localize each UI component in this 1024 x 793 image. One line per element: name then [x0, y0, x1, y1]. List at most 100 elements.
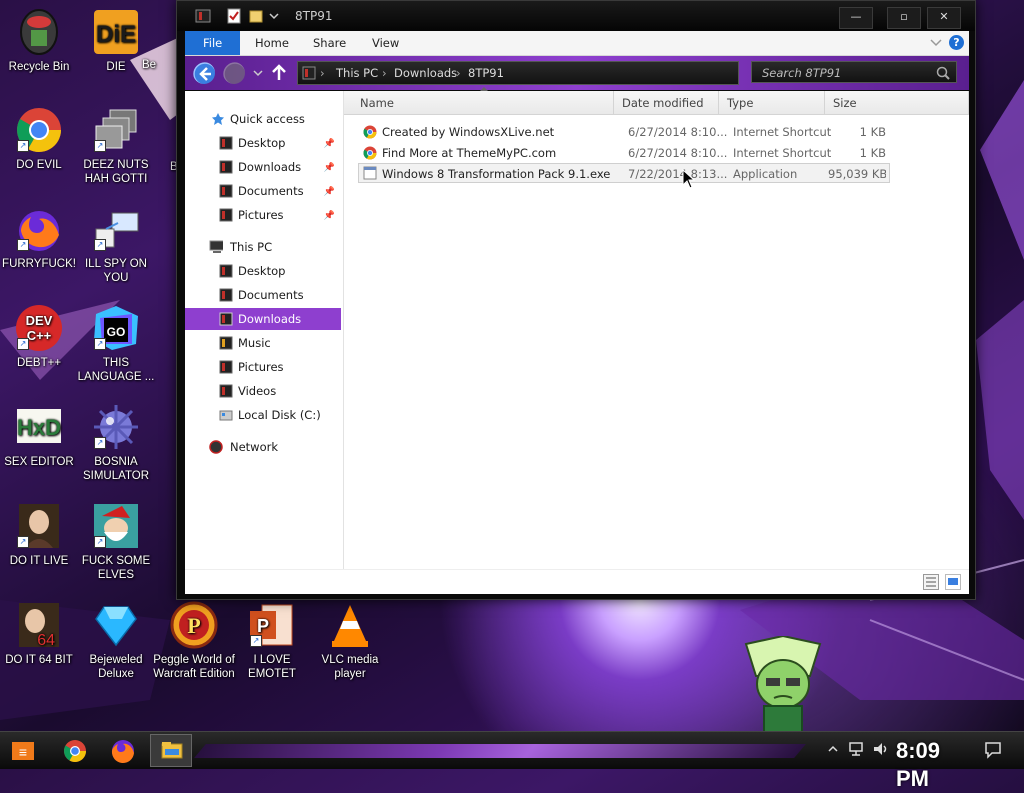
close-button[interactable]: ✕	[927, 7, 961, 29]
search-input[interactable]: Search 8TP91	[751, 61, 957, 83]
nav-pc-documents[interactable]: Documents	[185, 284, 341, 306]
desktop-icon-label: Peggle World of Warcraft Edition	[153, 654, 235, 680]
start-button[interactable]: ≡	[6, 736, 40, 766]
desktop-icon-bejeweled[interactable]: Bejeweled Deluxe	[73, 601, 159, 681]
action-center-icon[interactable]	[984, 741, 1002, 759]
tab-share[interactable]: Share	[299, 31, 360, 55]
desktop-icon-do-it-64-bit[interactable]: 64 DO IT 64 BIT	[0, 601, 82, 667]
nav-pc-desktop[interactable]: Desktop	[185, 260, 341, 282]
desktop-icon-vlc[interactable]: VLC media player	[307, 601, 393, 681]
minimize-button[interactable]: —	[839, 7, 873, 29]
help-icon[interactable]: ?	[949, 35, 964, 50]
file-row-selected[interactable]: Windows 8 Transformation Pack 9.1.exe 7/…	[358, 163, 890, 183]
maximize-button[interactable]: ▫	[887, 7, 921, 29]
portrait-icon: ↗	[15, 502, 63, 550]
nav-pc-downloads[interactable]: Downloads	[185, 308, 341, 330]
desktop-icon-this-language[interactable]: GO ↗ THIS LANGUAGE ...	[73, 304, 159, 384]
details-view-icon[interactable]	[923, 574, 939, 590]
nav-quick-downloads[interactable]: Downloads 📌	[185, 156, 341, 178]
properties-icon[interactable]	[227, 8, 241, 24]
desktop-icon-peggle[interactable]: P Peggle World of Warcraft Edition	[151, 601, 237, 681]
tab-file[interactable]: File	[185, 31, 241, 55]
desktop-icon-do-it-live[interactable]: ↗ DO IT LIVE	[0, 502, 82, 568]
column-header-date[interactable]: Date modified	[614, 91, 719, 115]
up-arrow-icon[interactable]	[271, 64, 287, 82]
desktop-icon-ill-spy-on-you[interactable]: ↗ ILL SPY ON YOU	[73, 205, 159, 285]
desktop-icon-bosnia-simulator[interactable]: ↗ BOSNIA SIMULATOR	[73, 403, 159, 483]
chevron-down-icon[interactable]	[269, 8, 279, 24]
file-list[interactable]: Name Date modified Type Size Created by …	[344, 87, 969, 569]
downloads-icon	[219, 160, 233, 174]
nav-label: Desktop	[238, 136, 286, 150]
shortcut-arrow-icon: ↗	[250, 635, 262, 647]
nav-quick-documents[interactable]: Documents 📌	[185, 180, 341, 202]
nav-this-pc[interactable]: This PC	[185, 236, 341, 258]
desktop-icon-do-evil[interactable]: ↗ DO EVIL	[0, 106, 82, 172]
column-header-name[interactable]: Name	[344, 91, 614, 115]
expand-ribbon-icon[interactable]	[930, 38, 942, 48]
large-icons-view-icon[interactable]	[945, 574, 961, 590]
taskbar-clock[interactable]: 8:09 PM	[896, 737, 970, 791]
nav-label: Desktop	[238, 264, 286, 278]
nav-pc-local-disk[interactable]: Local Disk (C:)	[185, 404, 341, 426]
taskbar-firefox-icon[interactable]	[106, 736, 140, 766]
tray-chevron-up-icon[interactable]	[828, 744, 838, 754]
window-title: 8TP91	[295, 9, 333, 23]
explorer-window[interactable]: 8TP91 — ▫ ✕ File Home Share View ? › Thi…	[176, 0, 976, 600]
pin-icon[interactable]: 📌	[324, 205, 335, 227]
pin-icon[interactable]: 📌	[324, 181, 335, 203]
nav-network[interactable]: Network	[185, 436, 341, 458]
breadcrumb-downloads[interactable]: Downloads	[394, 62, 457, 84]
desktop-icon-label: DO EVIL	[16, 159, 62, 171]
desktop-icon-i-love-emotet[interactable]: P ↗ I LOVE EMOTET	[229, 601, 315, 681]
nav-pc-pictures[interactable]: Pictures	[185, 356, 341, 378]
nav-label: Downloads	[238, 160, 302, 174]
search-icon[interactable]	[936, 66, 950, 80]
column-header-type[interactable]: Type	[719, 91, 825, 115]
title-bar[interactable]: 8TP91 — ▫ ✕	[177, 1, 975, 31]
desktop-icon	[219, 264, 233, 278]
downloads-icon	[219, 312, 233, 326]
breadcrumb-8tp91[interactable]: 8TP91	[468, 62, 504, 84]
desktop-icon-sex-editor[interactable]: HxD SEX EDITOR	[0, 403, 82, 469]
file-type: Internet Shortcut	[733, 125, 832, 139]
navigation-pane[interactable]: Quick access Desktop 📌 Downloads 📌 Docum…	[185, 91, 344, 569]
pin-icon[interactable]: 📌	[324, 133, 335, 155]
nav-pc-music[interactable]: Music	[185, 332, 341, 354]
new-folder-icon[interactable]	[249, 8, 263, 24]
network-tray-icon[interactable]	[848, 741, 864, 757]
address-bar[interactable]: › This PC › Downloads › 8TP91	[297, 61, 739, 85]
forward-button[interactable]	[223, 62, 245, 84]
svg-text:≡: ≡	[19, 744, 27, 760]
file-row[interactable]: Find More at ThemeMyPC.com 6/27/2014 8:1…	[358, 143, 890, 163]
pin-icon[interactable]: 📌	[324, 157, 335, 179]
hxd-icon: HxD	[15, 403, 63, 451]
tab-home[interactable]: Home	[241, 31, 303, 55]
nav-pc-videos[interactable]: Videos	[185, 380, 341, 402]
back-button[interactable]	[193, 62, 215, 84]
desktop-icon-fuck-some-elves[interactable]: ↗ FUCK SOME ELVES	[73, 502, 159, 582]
file-size: 95,039 KB	[828, 167, 886, 181]
breadcrumb-this-pc[interactable]: This PC	[336, 62, 378, 84]
tab-view[interactable]: View	[358, 31, 413, 55]
taskbar-chrome-icon[interactable]	[58, 736, 92, 766]
desktop-icon-partial[interactable]: Be	[140, 58, 180, 72]
desktop-icon-label: DO IT LIVE	[9, 555, 69, 567]
desktop-icon-deez-nuts[interactable]: ↗ DEEZ NUTS HAH GOTTI	[73, 106, 159, 186]
taskbar-explorer-button[interactable]	[150, 734, 192, 767]
desktop-icon-furryfuck[interactable]: ↗ FURRYFUCK!	[0, 205, 82, 271]
desktop-icon-debt[interactable]: DEV C++ ↗ DEBT++	[0, 304, 82, 370]
svg-text:DiE: DiE	[96, 21, 136, 48]
volume-tray-icon[interactable]	[872, 741, 890, 757]
desktop-icon-recycle-bin[interactable]: Recycle Bin	[0, 8, 82, 74]
nav-quick-pictures[interactable]: Pictures 📌	[185, 204, 341, 226]
column-header-size[interactable]: Size	[825, 91, 969, 115]
character-figure	[744, 636, 822, 732]
nav-quick-access[interactable]: Quick access	[185, 108, 341, 130]
nav-quick-desktop[interactable]: Desktop 📌	[185, 132, 341, 154]
file-type: Internet Shortcut	[733, 146, 832, 160]
recent-locations-icon[interactable]	[253, 68, 263, 78]
shortcut-arrow-icon: ↗	[17, 140, 29, 152]
music-icon	[219, 336, 233, 350]
file-row[interactable]: Created by WindowsXLive.net 6/27/2014 8:…	[358, 122, 890, 142]
